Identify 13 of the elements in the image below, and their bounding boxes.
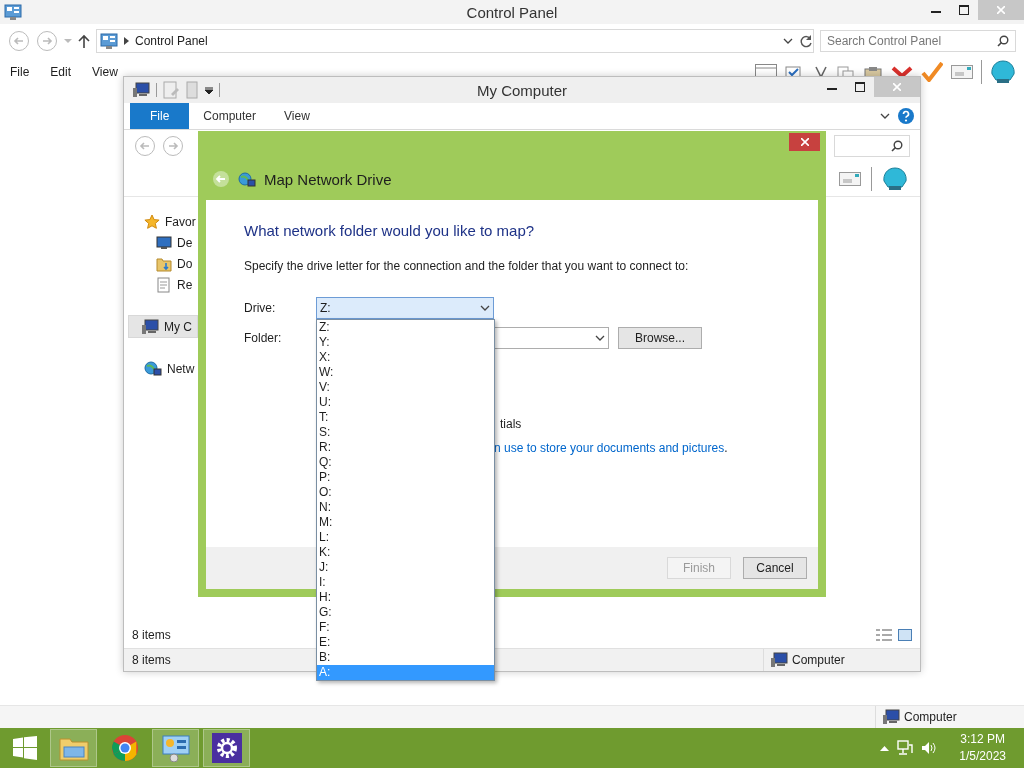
status-location: Computer [904, 710, 957, 724]
field-label: Folder: [244, 331, 283, 345]
item-count: 8 items [132, 628, 171, 642]
option-text: tials [500, 417, 522, 431]
window-title: My Computer [477, 81, 567, 99]
status-location: Computer [792, 653, 845, 667]
punctuation-text: . [724, 441, 728, 455]
dialog-heading: What network folder would you like to map? [244, 222, 536, 239]
instruction-text: Specify the drive letter for the connection and the folder that you want to connect to: [244, 259, 690, 273]
field-label: Drive: [244, 301, 277, 315]
window-title: Control Panel [466, 3, 558, 21]
status-item-count: 8 items [132, 653, 171, 667]
dialog-title: Map Network Drive [264, 171, 392, 188]
